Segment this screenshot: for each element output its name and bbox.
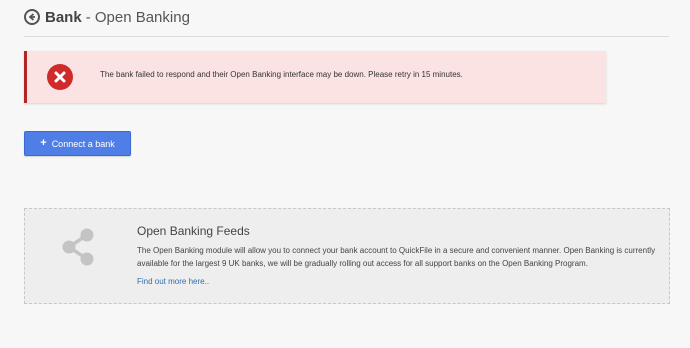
open-banking-feeds-panel: Open Banking Feeds The Open Banking modu… [24, 208, 670, 304]
connect-bank-label: Connect a bank [51, 138, 115, 149]
find-out-more-link[interactable]: Find out more here.. [137, 277, 209, 286]
header-divider [24, 36, 669, 37]
error-alert: The bank failed to respond and their Ope… [24, 51, 606, 103]
page-title-subtitle: - Open Banking [85, 8, 190, 26]
share-icon [58, 227, 98, 272]
connect-bank-button[interactable]: + Connect a bank [24, 131, 131, 156]
page-header: Bank - Open Banking [24, 6, 190, 28]
plus-icon: + [40, 137, 47, 149]
error-x-icon [47, 64, 73, 90]
feeds-title: Open Banking Feeds [137, 224, 250, 238]
feeds-description: The Open Banking module will allow you t… [137, 246, 656, 268]
page: Bank - Open Banking The bank failed to r… [0, 0, 690, 348]
back-arrow-icon[interactable] [24, 9, 40, 25]
error-alert-message: The bank failed to respond and their Ope… [100, 70, 463, 79]
page-title-bold: Bank [45, 8, 82, 26]
